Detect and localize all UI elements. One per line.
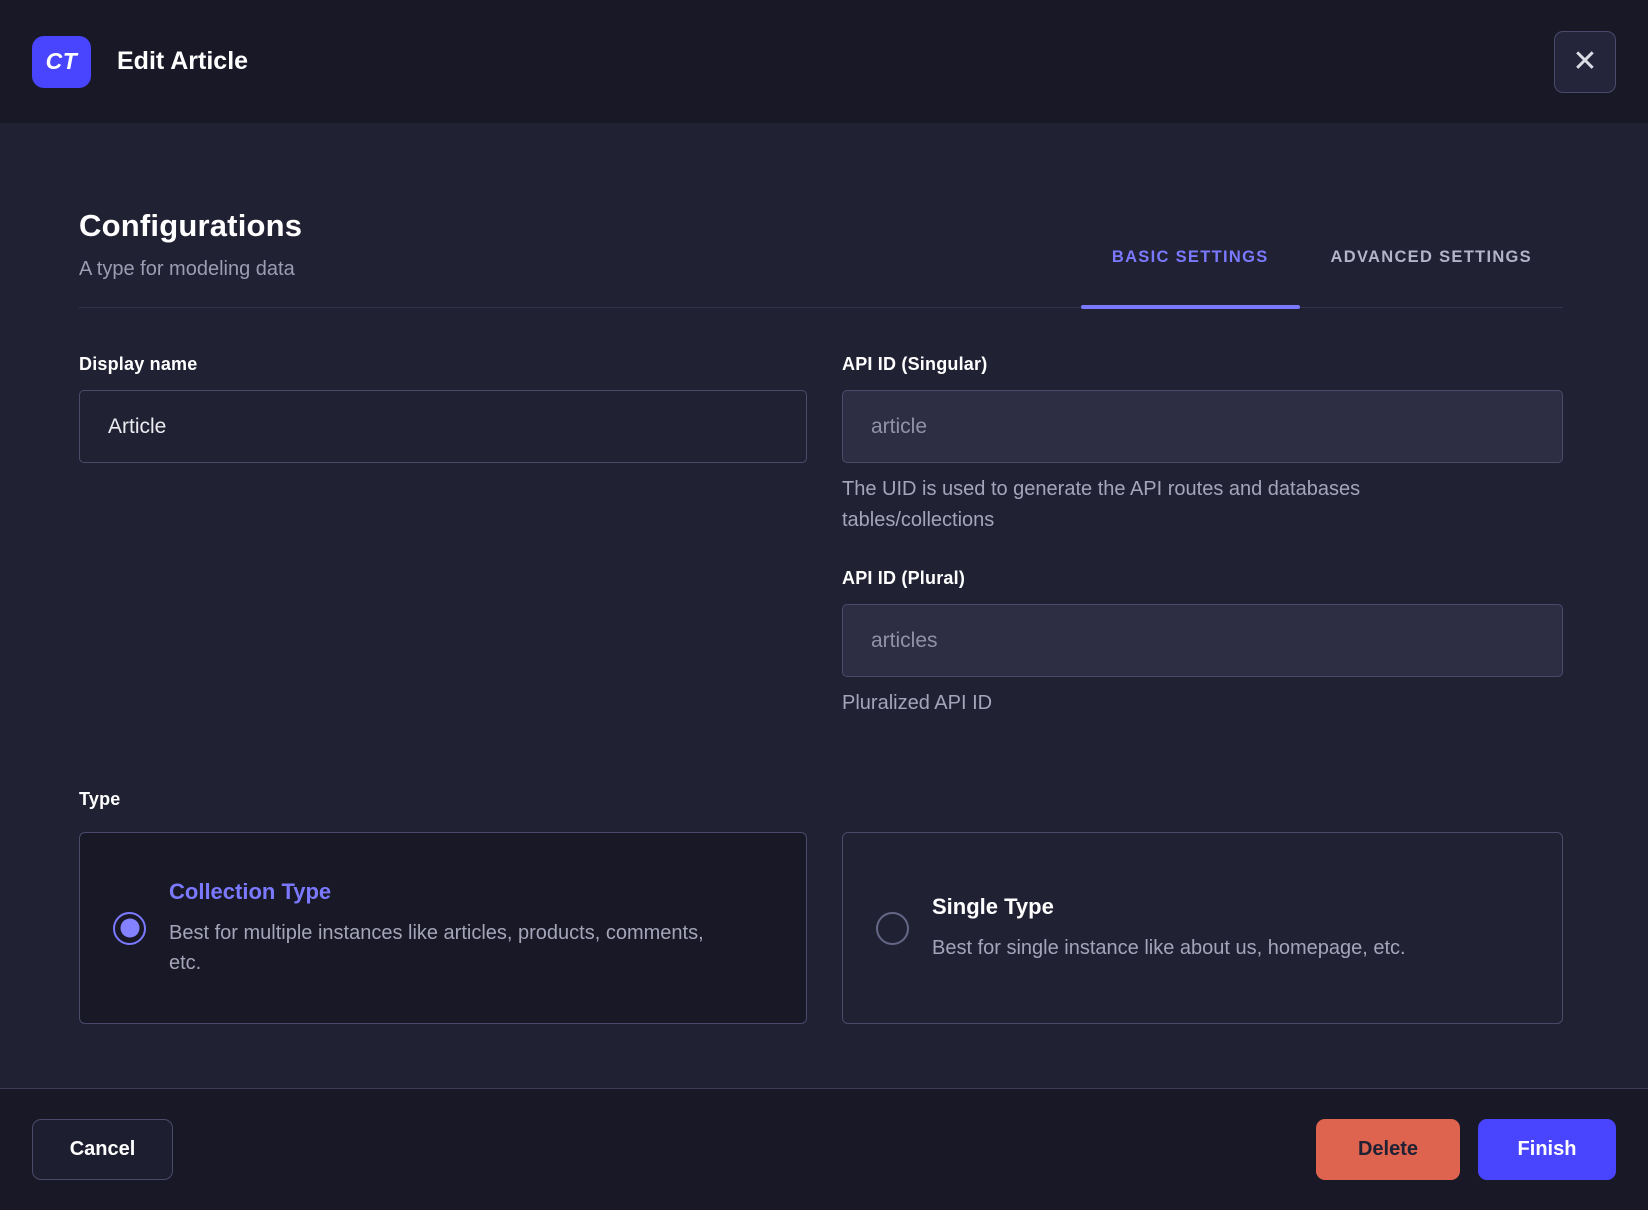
page-subtitle: A type for modeling data [79, 258, 295, 280]
edit-article-modal: CT Edit Article ✕ Configurations A type … [0, 0, 1648, 1210]
modal-body: Configurations A type for modeling data … [0, 123, 1648, 1088]
close-icon: ✕ [1572, 44, 1598, 78]
single-type-radio[interactable] [876, 911, 909, 945]
configuration-form: Display name API ID (Singular) The UID i… [79, 354, 1563, 719]
tab-advanced-settings[interactable]: ADVANCED SETTINGS [1300, 208, 1563, 307]
page-title: Configurations [79, 208, 303, 243]
collection-type-title: Collection Type [169, 878, 332, 904]
modal-footer: Cancel Delete Finish [0, 1088, 1648, 1210]
section-header: Configurations A type for modeling data … [79, 208, 1563, 309]
display-name-input[interactable] [79, 390, 807, 463]
delete-button[interactable]: Delete [1316, 1119, 1460, 1180]
finish-button[interactable]: Finish [1478, 1119, 1616, 1180]
modal-title: Edit Article [117, 47, 249, 75]
api-id-singular-hint: The UID is used to generate the API rout… [842, 478, 1361, 531]
modal-header: CT Edit Article ✕ [0, 0, 1648, 123]
settings-tabs: BASIC SETTINGS ADVANCED SETTINGS [1080, 208, 1563, 309]
single-type-title: Single Type [932, 893, 1054, 919]
collection-type-card[interactable]: Collection Type Best for multiple instan… [79, 832, 807, 1024]
display-name-label: Display name [79, 354, 198, 374]
api-id-singular-label: API ID (Singular) [842, 354, 988, 374]
type-section: Type Collection Type Best for multiple i… [79, 789, 1563, 1024]
single-type-description: Best for single instance like about us, … [932, 936, 1406, 959]
type-label: Type [79, 789, 121, 809]
api-id-plural-input[interactable] [842, 604, 1563, 677]
collection-type-description: Best for multiple instances like article… [169, 921, 704, 974]
collection-type-radio[interactable] [113, 911, 146, 945]
single-type-card[interactable]: Single Type Best for single instance lik… [842, 832, 1563, 1024]
tab-basic-settings[interactable]: BASIC SETTINGS [1080, 208, 1300, 309]
api-id-plural-hint: Pluralized API ID [842, 692, 993, 714]
close-button[interactable]: ✕ [1554, 30, 1616, 93]
api-id-plural-label: API ID (Plural) [842, 568, 966, 588]
api-id-singular-input[interactable] [842, 390, 1563, 463]
content-type-badge-icon: CT [32, 35, 91, 88]
cancel-button[interactable]: Cancel [32, 1119, 173, 1180]
